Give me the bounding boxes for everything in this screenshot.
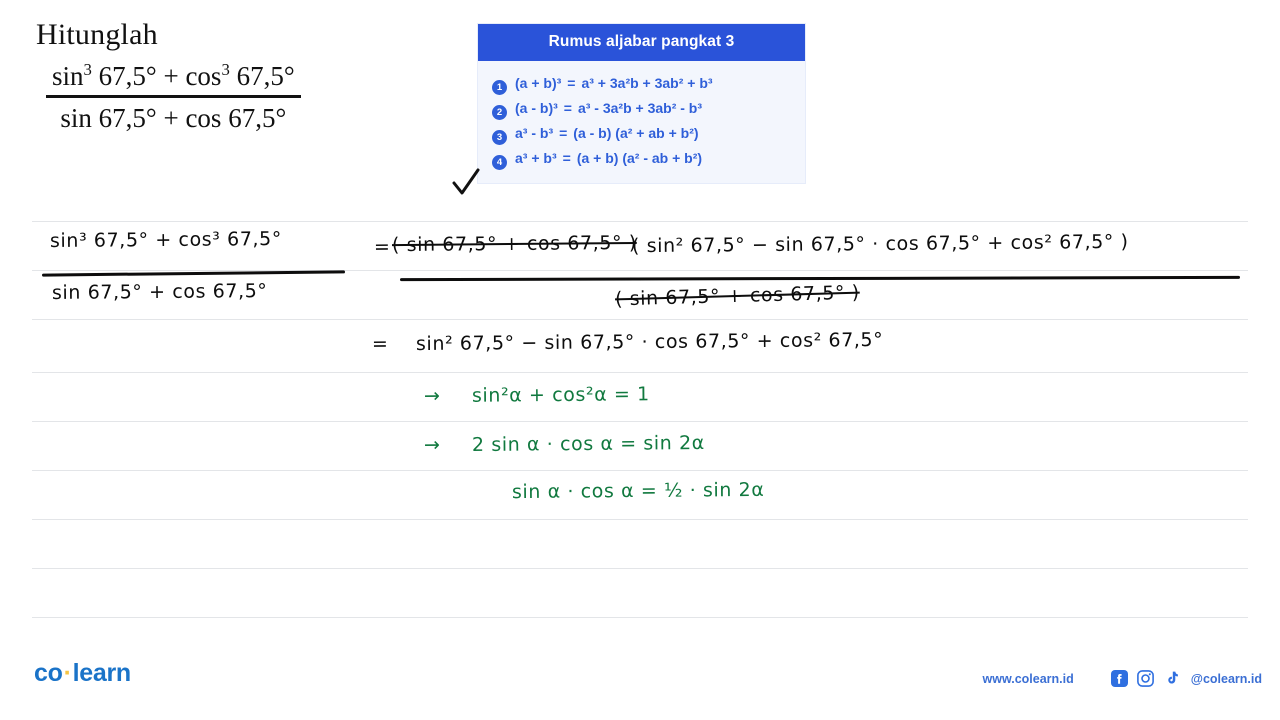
social-handle: @colearn.id — [1190, 671, 1262, 686]
check-mark-icon — [452, 168, 480, 195]
work-line1-rhs-numerator-kept: ( sin² 67,5° − sin 67,5° · cos 67,5° + c… — [631, 230, 1129, 258]
work-note-2-text: 2 sin α · cos α = sin 2α — [471, 431, 705, 457]
facebook-icon[interactable] — [1110, 670, 1128, 687]
work-note-1-arrow: → — [423, 384, 441, 408]
website-url: www.colearn.id — [982, 671, 1074, 686]
work-line1-equals: = — [373, 235, 391, 259]
tiktok-icon[interactable] — [1163, 670, 1180, 687]
logo-text-co: co — [34, 659, 63, 687]
work-line1-lhs-numerator: sin³ 67,5° + cos³ 67,5° — [49, 227, 283, 253]
handwritten-solution: sin³ 67,5° + cos³ 67,5° sin 67,5° + cos … — [0, 0, 1280, 720]
work-line1-fraction-bar — [41, 270, 346, 277]
instagram-icon[interactable] — [1136, 670, 1154, 687]
work-note-2-arrow: → — [423, 433, 441, 457]
footer-links: www.colearn.id @colearn.id — [983, 670, 1262, 687]
logo-dot-icon: · — [63, 659, 72, 687]
work-note-1-text: sin²α + cos²α = 1 — [471, 383, 650, 407]
work-line1-rhs-fraction-bar — [399, 275, 1241, 282]
colearn-logo: co·learn — [34, 659, 131, 688]
work-line2-expression: sin² 67,5° − sin 67,5° · cos 67,5° + cos… — [415, 328, 884, 356]
work-line1-rhs-denominator-cancelled: ( sin 67,5° + cos 67,5° ) — [614, 281, 861, 311]
work-line1-lhs-denominator: sin 67,5° + cos 67,5° — [51, 280, 268, 304]
work-line2-equals: = — [371, 332, 389, 356]
work-line1-rhs-numerator-cancelled: ( sin 67,5° + cos 67,5° ) — [391, 231, 637, 257]
work-note-3-text: sin α · cos α = ½ · sin 2α — [511, 478, 765, 504]
logo-text-learn: learn — [72, 659, 132, 687]
